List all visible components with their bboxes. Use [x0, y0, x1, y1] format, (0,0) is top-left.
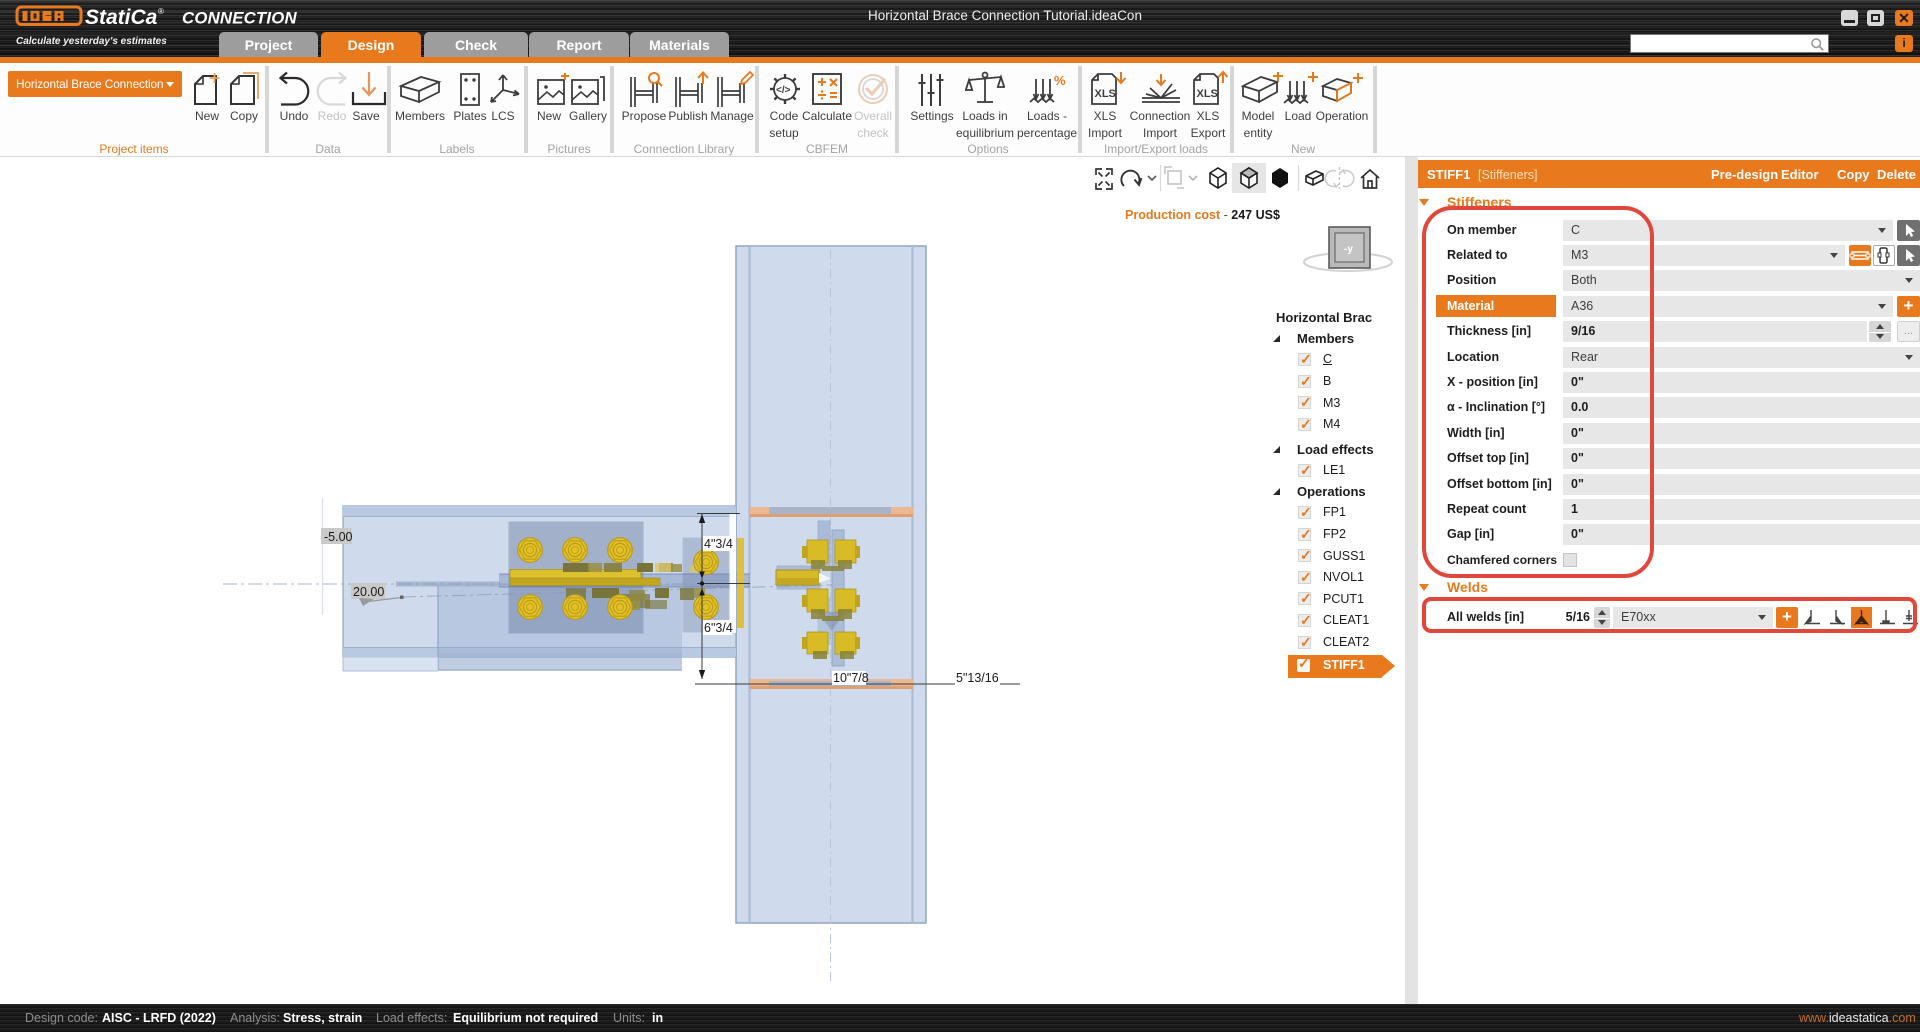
svg-text:</>: </> — [776, 85, 791, 96]
svg-text:®: ® — [158, 7, 164, 16]
svg-text:XLS: XLS — [1095, 88, 1116, 100]
svg-text:StatiCa: StatiCa — [85, 6, 158, 29]
svg-text:%: % — [1054, 73, 1066, 88]
svg-text:Calculate yesterday's estimate: Calculate yesterday's estimates — [16, 36, 167, 47]
svg-text:4"3/4: 4"3/4 — [704, 537, 733, 551]
svg-text:5"13/16: 5"13/16 — [956, 671, 999, 685]
svg-text:6"3/4: 6"3/4 — [704, 621, 733, 635]
svg-text:-y: -y — [1344, 244, 1353, 255]
svg-text:-5.00: -5.00 — [324, 530, 353, 544]
svg-text:10"7/8: 10"7/8 — [833, 671, 869, 685]
svg-text:CONNECTION: CONNECTION — [182, 9, 297, 28]
svg-text:20.00: 20.00 — [353, 585, 384, 599]
svg-text:XLS: XLS — [1197, 88, 1218, 100]
